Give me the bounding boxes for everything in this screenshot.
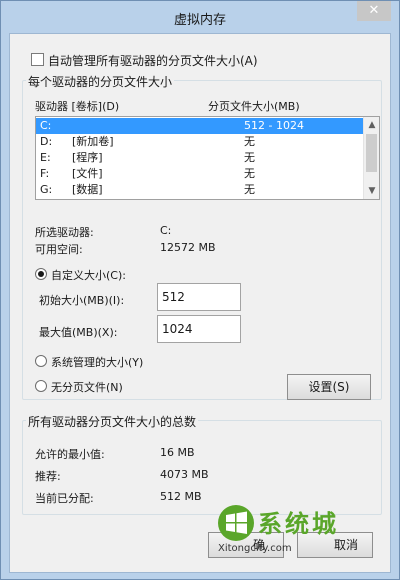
scroll-up-icon[interactable]: ▲ — [364, 117, 379, 133]
list-item[interactable]: D: [新加卷] 无 — [36, 134, 364, 150]
selected-drive-value: C: — [160, 224, 172, 237]
custom-size-label[interactable]: 自定义大小(C): — [51, 267, 126, 283]
drive-size: 无 — [244, 151, 255, 164]
custom-size-radio[interactable] — [35, 268, 47, 280]
windows-logo-icon — [218, 505, 254, 541]
current-allocated-value: 512 MB — [160, 490, 202, 503]
close-button[interactable]: ✕ — [357, 1, 391, 21]
max-size-input[interactable] — [157, 315, 241, 343]
drive-label: [数据] — [72, 183, 103, 196]
drive-label: [程序] — [72, 151, 103, 164]
totals-group-title: 所有驱动器分页文件大小的总数 — [26, 413, 199, 430]
list-item[interactable]: G: [数据] 无 — [36, 182, 364, 198]
no-paging-file-label[interactable]: 无分页文件(N) — [51, 379, 123, 395]
max-size-label: 最大值(MB)(X): — [39, 326, 118, 339]
current-allocated-label: 当前已分配: — [35, 492, 94, 505]
drive-letter: D: — [40, 135, 53, 148]
title-bar: 虚拟内存 ✕ — [1, 1, 399, 33]
scroll-down-icon[interactable]: ▼ — [364, 183, 379, 199]
drive-list-scrollbar[interactable]: ▲ ▼ — [363, 117, 379, 199]
list-item[interactable]: C: 512 - 1024 — [36, 118, 364, 134]
selected-drive-label: 所选驱动器: — [35, 226, 94, 239]
drive-label: [新加卷] — [72, 135, 114, 148]
dialog-body: 自动管理所有驱动器的分页文件大小(A) 每个驱动器的分页文件大小 驱动器 [卷标… — [9, 33, 391, 573]
drive-letter: E: — [40, 151, 51, 164]
list-item[interactable]: E: [程序] 无 — [36, 150, 364, 166]
drive-size: 无 — [244, 135, 255, 148]
min-allowed-label: 允许的最小值: — [35, 448, 105, 461]
window-title: 虚拟内存 — [173, 13, 226, 28]
recommended-label: 推荐: — [35, 470, 61, 483]
virtual-memory-dialog: 虚拟内存 ✕ 自动管理所有驱动器的分页文件大小(A) 每个驱动器的分页文件大小 … — [0, 0, 400, 580]
free-space-value: 12572 MB — [160, 241, 216, 254]
drive-size: 无 — [244, 167, 255, 180]
drive-size: 512 - 1024 — [244, 119, 304, 132]
recommended-value: 4073 MB — [160, 468, 209, 481]
watermark-url: Xitongcity.com — [218, 543, 292, 554]
system-managed-label[interactable]: 系统管理的大小(Y) — [51, 354, 143, 370]
set-button[interactable]: 设置(S) — [287, 374, 371, 400]
watermark-text: 系统城 — [258, 510, 339, 538]
list-item[interactable]: F: [文件] 无 — [36, 166, 364, 182]
drive-group-title: 每个驱动器的分页文件大小 — [26, 73, 175, 90]
column-header-size: 分页文件大小(MB) — [208, 100, 300, 113]
auto-manage-checkbox[interactable] — [31, 53, 44, 66]
drive-letter: G: — [40, 183, 53, 196]
drive-list[interactable]: C: 512 - 1024 D: [新加卷] 无 E: [程序] 无 F: [文… — [35, 116, 380, 200]
initial-size-label: 初始大小(MB)(I): — [39, 294, 125, 307]
drive-letter: C: — [40, 119, 52, 132]
drive-size: 无 — [244, 183, 255, 196]
min-allowed-value: 16 MB — [160, 446, 195, 459]
free-space-label: 可用空间: — [35, 243, 83, 256]
system-managed-radio[interactable] — [35, 355, 47, 367]
scroll-thumb[interactable] — [366, 134, 377, 172]
no-paging-file-radio[interactable] — [35, 380, 47, 392]
drive-letter: F: — [40, 167, 50, 180]
auto-manage-label[interactable]: 自动管理所有驱动器的分页文件大小(A) — [48, 52, 258, 69]
initial-size-input[interactable] — [157, 283, 241, 311]
drive-label: [文件] — [72, 167, 103, 180]
watermark-logo: 系统城 Xitongcity.com — [218, 505, 339, 554]
column-header-drive: 驱动器 [卷标](D) — [35, 100, 120, 113]
